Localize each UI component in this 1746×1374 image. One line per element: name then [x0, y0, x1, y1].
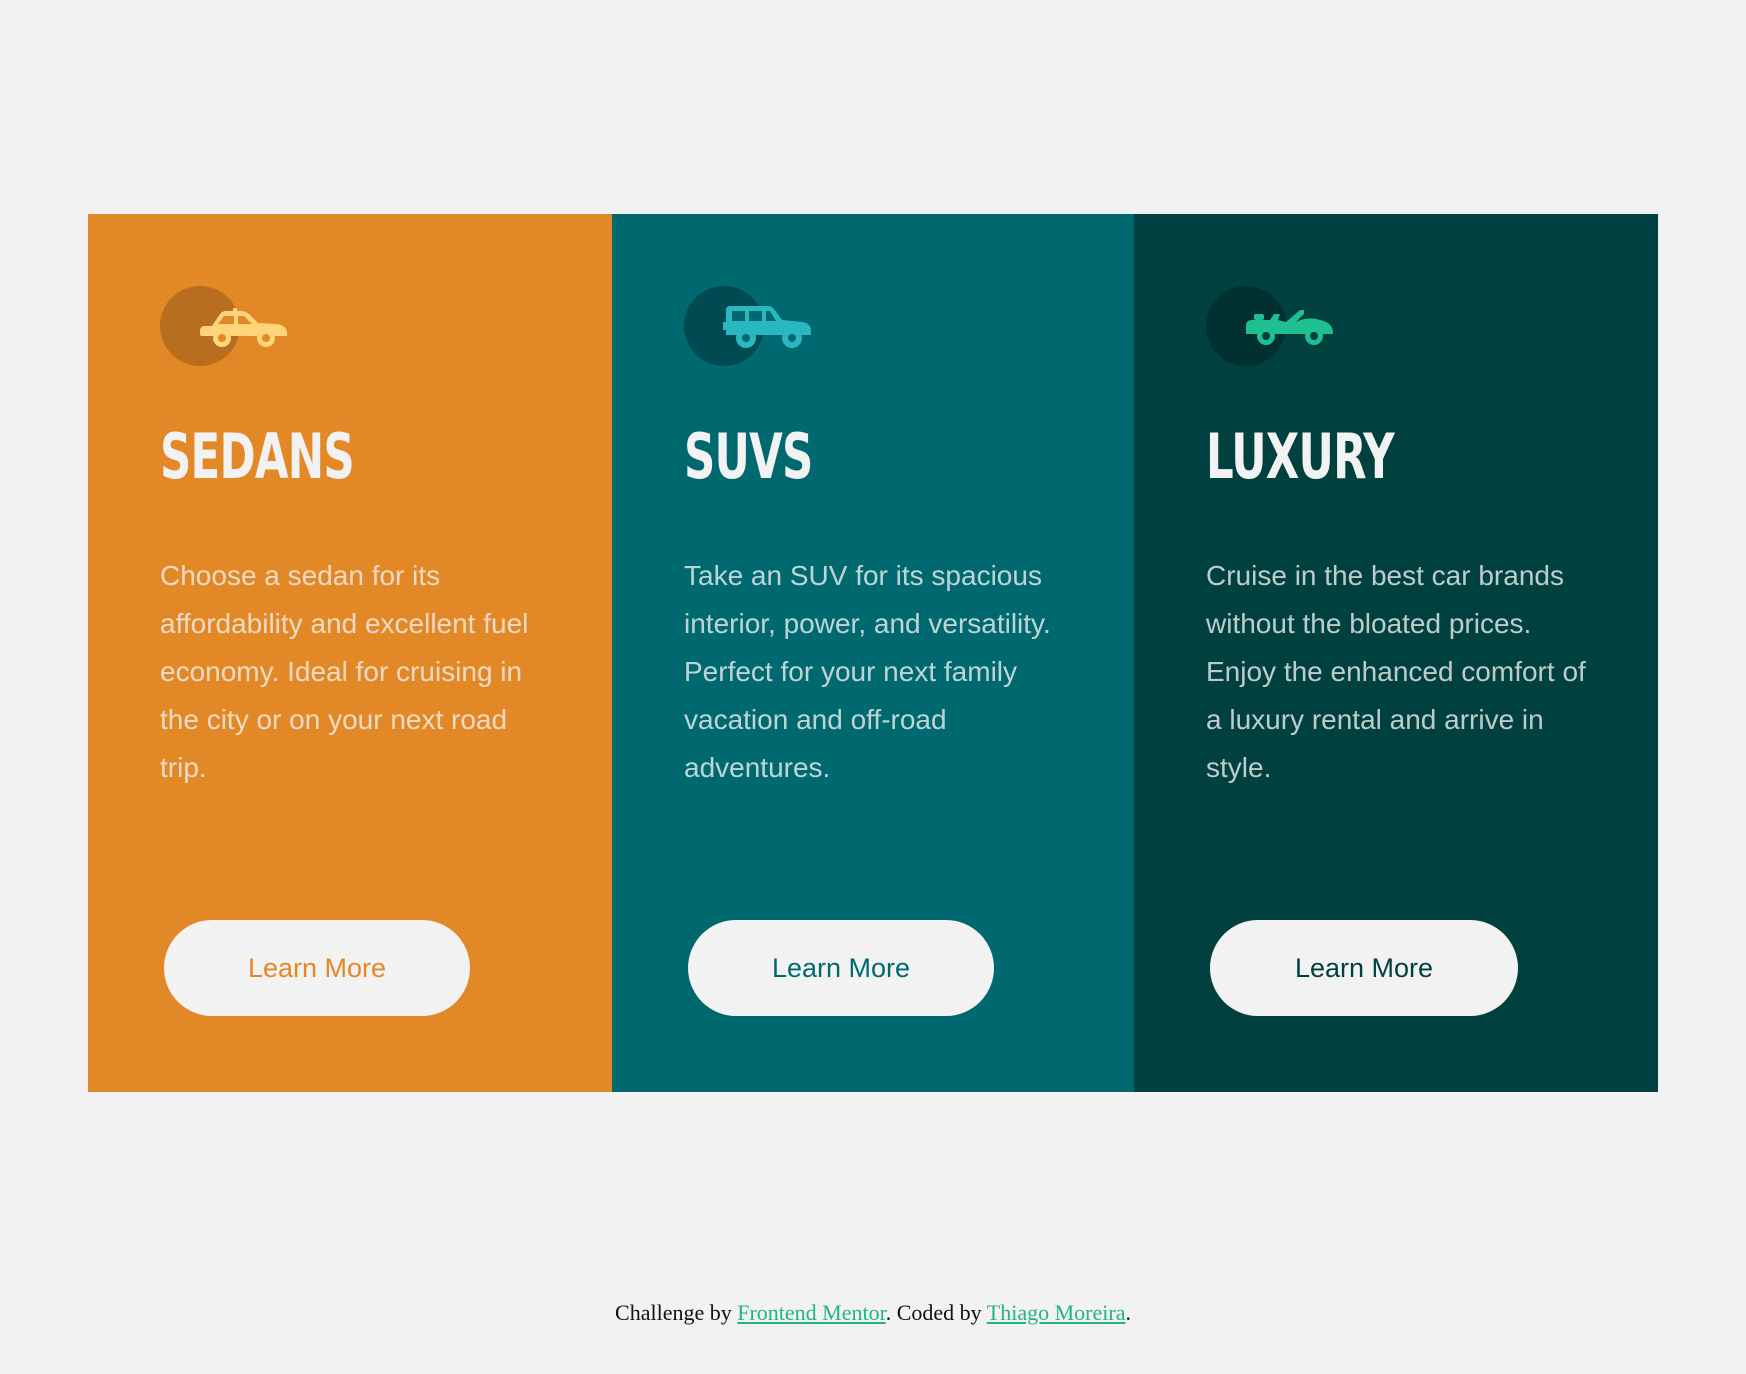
- author-link[interactable]: Thiago Moreira: [987, 1300, 1126, 1325]
- card-description: Take an SUV for its spacious interior, p…: [684, 560, 1051, 783]
- card-title: Luxury: [1206, 420, 1395, 493]
- learn-more-button[interactable]: Learn More: [1210, 920, 1518, 1016]
- sedan-icon-wrap: [160, 286, 300, 366]
- attribution-prefix: Challenge by: [615, 1300, 738, 1325]
- suv-icon-wrap: [684, 286, 824, 366]
- learn-more-button[interactable]: Learn More: [164, 920, 470, 1016]
- card-description: Cruise in the best car brands without th…: [1206, 560, 1586, 783]
- attribution-middle: . Coded by: [885, 1300, 987, 1325]
- suv-car-icon: [723, 306, 811, 348]
- card-title: Sedans: [160, 420, 355, 493]
- frontend-mentor-link[interactable]: Frontend Mentor: [737, 1300, 886, 1325]
- card-title: SUVs: [684, 420, 813, 493]
- attribution-suffix: .: [1125, 1300, 1131, 1325]
- card-suvs: SUVs Take an SUV for its spacious interi…: [612, 214, 1134, 1092]
- attribution: Challenge by Frontend Mentor. Coded by T…: [0, 1300, 1746, 1326]
- luxury-icon-wrap: [1206, 286, 1346, 366]
- card-sedans: Sedans Choose a sedan for its affordabil…: [88, 214, 612, 1092]
- luxury-convertible-icon: [1246, 310, 1333, 345]
- sedan-car-icon: [200, 308, 287, 347]
- card-luxury: Luxury Cruise in the best car brands wit…: [1134, 214, 1658, 1092]
- page: Sedans Choose a sedan for its affordabil…: [0, 0, 1746, 1374]
- card-description: Choose a sedan for its affordability and…: [160, 560, 529, 783]
- cards-container: Sedans Choose a sedan for its affordabil…: [88, 214, 1658, 1092]
- learn-more-button[interactable]: Learn More: [688, 920, 994, 1016]
